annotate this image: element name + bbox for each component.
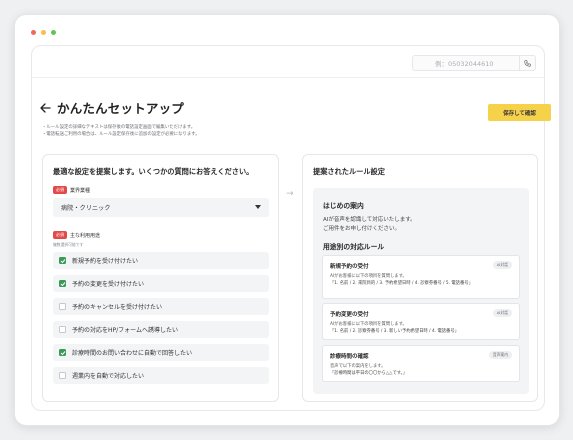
intro-line: AIが音声を認識して対応いたします。 [323, 217, 416, 223]
rule-card-detail: 「1. 名前 / 2. 来院目的 / 3. 予約希望日時 / 4. 診察券番号 … [330, 281, 473, 286]
app-window: 例：05032044610 かんたんセットアップ ・ルール設定の詳細なテキストは… [14, 14, 560, 426]
rule-card-title: 新規予約の受付 [330, 264, 369, 270]
maximize-dot[interactable] [51, 30, 56, 35]
rule-type-badge: AI対話 [492, 309, 512, 317]
rule-card-new-reservation[interactable]: 新規予約の受付 AI対話 AIがお客様に以下の項目を質問します。 「1. 名前 … [322, 255, 520, 299]
checkbox-checked-icon[interactable] [59, 349, 66, 356]
checkbox-checked-icon[interactable] [59, 257, 66, 264]
industry-select-value: 病院・クリニック [61, 205, 111, 212]
purpose-sublabel: 複数選択可能です [53, 242, 84, 247]
intro-message: AIが音声を認識して対応いたします。 ご用件をお申し付けください。 [323, 216, 416, 234]
checkbox-unchecked-icon[interactable] [59, 303, 66, 310]
option-label: 予約のキャンセルを受け付けたい [72, 304, 163, 311]
option-auto-response[interactable]: 週業内を自動で対応したい [53, 367, 269, 384]
window-controls [31, 30, 56, 35]
save-and-confirm-button[interactable]: 保存して確認 [488, 104, 551, 121]
option-new-reservation[interactable]: 新規予約を受け付けたい [53, 252, 269, 269]
option-label: 予約の変更を受け付けたい [72, 281, 145, 288]
checkbox-unchecked-icon[interactable] [59, 372, 66, 379]
page-title: かんたんセットアップ [57, 101, 185, 116]
back-arrow-icon[interactable] [40, 98, 51, 117]
setup-notes: ・ルール設定の詳細なテキストは保存後の電話設定画面で編集いただけます。 ・電話転… [42, 124, 200, 138]
phone-number-input[interactable]: 例：05032044610 [412, 55, 536, 71]
rule-card-detail: 「1. 名前 / 2. 診察券番号 / 3. 新しい予約希望日時 / 4. 電話… [330, 329, 459, 334]
required-badge: 必須 [53, 186, 67, 194]
minimize-dot[interactable] [41, 30, 46, 35]
option-redirect-hp[interactable]: 予約の対応をHP/フォームへ誘導したい [53, 321, 269, 338]
option-hours-inquiry[interactable]: 診療時間のお問い合わせに自動で回答したい [53, 344, 269, 361]
industry-label-text: 業界業種 [70, 187, 91, 194]
rule-card-description: AIがお客様に以下の項目を質問します。 [330, 274, 407, 279]
option-cancel-reservation[interactable]: 予約のキャンセルを受け付けたい [53, 298, 269, 315]
arrow-right-icon: → [286, 189, 294, 199]
rule-card-hours[interactable]: 診療時間の確認 音声案内 音声で以下の案内をします。 「診療時間は平日の〇〇から… [322, 345, 520, 382]
questions-panel: 最適な設定を提案します。いくつかの質問にお答えください。 必須 業界業種 病院・… [42, 154, 279, 402]
intro-line: ご用件をお申し付けください。 [323, 226, 401, 232]
industry-label: 必須 業界業種 [53, 186, 90, 194]
dropdown-caret-icon [255, 204, 261, 211]
main-content: 例：05032044610 かんたんセットアップ ・ルール設定の詳細なテキストは… [31, 45, 551, 411]
intro-title: はじめの案内 [323, 202, 364, 210]
close-dot[interactable] [31, 30, 36, 35]
option-label: 診療時間のお問い合わせに自動で回答したい [72, 350, 193, 357]
required-badge: 必須 [53, 231, 67, 239]
rule-type-badge: AI対話 [492, 261, 512, 269]
purpose-label-text: 主な利用用途 [70, 232, 101, 239]
phone-icon[interactable] [519, 56, 535, 70]
rule-card-description: AIがお客様に以下の項目を質問します。 [330, 322, 407, 327]
option-label: 週業内を自動で対応したい [72, 373, 145, 380]
rule-card-detail: 「診療時間は平日の〇〇から△△です。」 [330, 371, 408, 376]
checkbox-checked-icon[interactable] [59, 280, 66, 287]
rules-title: 用途別の対応ルール [323, 243, 385, 251]
rule-card-title: 診療時間の確認 [330, 354, 369, 360]
note-line: ・ルール設定の詳細なテキストは保存後の電話設定画面で編集いただけます。 [42, 125, 196, 130]
proposed-rules-title: 提案されたルール設定 [313, 167, 385, 176]
purpose-label: 必須 主な利用用途 [53, 231, 100, 239]
rule-type-badge: 音声案内 [488, 351, 512, 359]
phone-number-placeholder: 例：05032044610 [435, 60, 494, 68]
option-label: 新規予約を受け付けたい [72, 258, 139, 265]
proposed-rules-panel: 提案されたルール設定 はじめの案内 AIが音声を認識して対応いたします。 ご用件… [302, 154, 538, 402]
page-header: かんたんセットアップ [40, 98, 184, 117]
top-bar: 例：05032044610 [32, 46, 544, 78]
questions-title: 最適な設定を提案します。いくつかの質問にお答えください。 [53, 167, 254, 176]
industry-select[interactable]: 病院・クリニック [53, 198, 269, 217]
rule-card-title: 予約変更の受付 [330, 312, 369, 318]
option-change-reservation[interactable]: 予約の変更を受け付けたい [53, 275, 269, 292]
rules-preview: はじめの案内 AIが音声を認識して対応いたします。 ご用件をお申し付けください。… [313, 188, 529, 394]
checkbox-unchecked-icon[interactable] [59, 326, 66, 333]
rule-card-change-reservation[interactable]: 予約変更の受付 AI対話 AIがお客様に以下の項目を質問します。 「1. 名前 … [322, 303, 520, 340]
note-line: ・電話転送ご利用の場合は、ルール設定保存後に追加の設定が必要になります。 [42, 132, 200, 137]
option-label: 予約の対応をHP/フォームへ誘導したい [72, 327, 178, 334]
rule-card-description: 音声で以下の案内をします。 [330, 364, 386, 369]
